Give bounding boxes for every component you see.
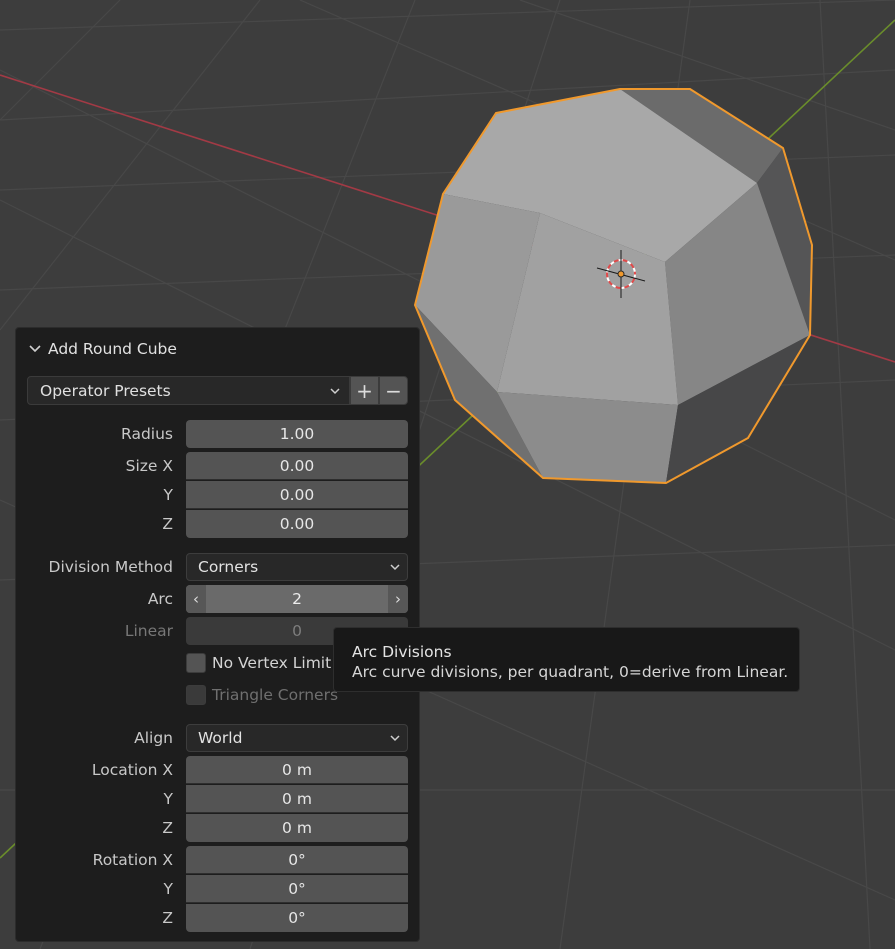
minus-icon: − [385, 378, 402, 403]
align-dropdown[interactable]: World [186, 724, 408, 752]
chevron-down-icon [390, 735, 400, 742]
rotation-z-field[interactable]: 0° [186, 904, 408, 932]
arc-stepper[interactable]: 2 ‹ › [186, 585, 408, 613]
size-z-label: Z [162, 515, 173, 533]
arc-label: Arc [147, 590, 173, 608]
rotation-x-field[interactable]: 0° [186, 846, 408, 874]
panel-title: Add Round Cube [48, 340, 177, 358]
no-vertex-limit-checkbox[interactable]: No Vertex Limit [186, 652, 331, 674]
add-preset-button[interactable]: + [350, 376, 379, 405]
remove-preset-button[interactable]: − [379, 376, 408, 405]
arc-divisions-tooltip: Arc Divisions Arc curve divisions, per q… [333, 627, 800, 692]
triangle-corners-checkbox[interactable]: Triangle Corners [186, 684, 338, 706]
division-method-dropdown[interactable]: Corners [186, 553, 408, 581]
operator-presets-dropdown[interactable]: Operator Presets [27, 376, 350, 405]
location-x-label: Location X [91, 761, 173, 779]
linear-label: Linear [124, 622, 173, 640]
align-value: World [198, 729, 243, 747]
align-label: Align [134, 729, 173, 747]
tooltip-title: Arc Divisions [352, 643, 452, 661]
division-method-value: Corners [198, 558, 259, 576]
chevron-down-icon [390, 564, 400, 571]
size-y-label: Y [163, 486, 173, 504]
location-y-label: Y [163, 790, 173, 808]
triangle-corners-label: Triangle Corners [212, 686, 339, 704]
arc-increment-button[interactable]: › [388, 585, 408, 613]
rotation-x-label: Rotation X [92, 851, 173, 869]
size-x-field[interactable]: 0.00 [186, 452, 408, 480]
no-vertex-limit-label: No Vertex Limit [212, 654, 332, 672]
chevron-down-icon [29, 345, 41, 353]
radius-field[interactable]: 1.00 [186, 420, 408, 448]
arc-decrement-button[interactable]: ‹ [186, 585, 206, 613]
location-x-field[interactable]: 0 m [186, 756, 408, 784]
location-y-field[interactable]: 0 m [186, 785, 408, 813]
checkbox-box [186, 653, 206, 673]
panel-header[interactable]: Add Round Cube [28, 338, 177, 360]
arc-value: 2 [292, 590, 302, 608]
tooltip-description: Arc curve divisions, per quadrant, 0=der… [352, 663, 789, 681]
location-z-field[interactable]: 0 m [186, 814, 408, 842]
operator-presets-label: Operator Presets [40, 381, 171, 400]
rotation-z-label: Z [162, 909, 173, 927]
rotation-y-field[interactable]: 0° [186, 875, 408, 903]
size-x-label: Size X [125, 457, 173, 475]
chevron-down-icon [330, 388, 340, 395]
division-method-label: Division Method [48, 558, 173, 576]
rotation-y-label: Y [163, 880, 173, 898]
size-y-field[interactable]: 0.00 [186, 481, 408, 509]
location-z-label: Z [162, 819, 173, 837]
checkbox-box [186, 685, 206, 705]
size-z-field[interactable]: 0.00 [186, 510, 408, 538]
radius-label: Radius [121, 425, 173, 443]
plus-icon: + [356, 378, 373, 403]
